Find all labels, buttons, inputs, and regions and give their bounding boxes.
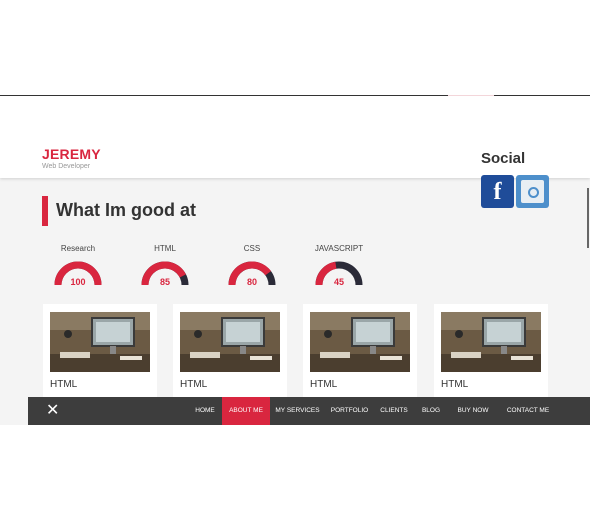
skill-gauge: JAVASCRIPT 45 <box>309 244 369 290</box>
facebook-icon[interactable]: f <box>481 175 514 208</box>
card-title[interactable]: HTML <box>180 379 207 390</box>
nav-item-about-me[interactable]: ABOUT ME <box>222 397 270 425</box>
nav-item-my-services[interactable]: MY SERVICES <box>270 397 325 425</box>
social-title: Social <box>481 150 526 167</box>
section-title: What Im good at <box>56 200 196 220</box>
close-icon[interactable]: ✕ <box>46 403 59 419</box>
skill-gauge-arc: 80 <box>227 260 277 290</box>
skill-value: 85 <box>159 277 170 287</box>
logo[interactable]: JEREMY <box>42 146 101 162</box>
card-image[interactable] <box>310 312 410 372</box>
scrollbar[interactable] <box>587 188 589 248</box>
skill-label: Research <box>60 244 96 253</box>
tagline: Web Developer <box>42 163 91 170</box>
instagram-icon[interactable] <box>516 175 549 208</box>
skill-gauge: HTML 85 <box>135 244 195 290</box>
skill-value: 80 <box>246 277 257 287</box>
skill-gauge: CSS 80 <box>222 244 282 290</box>
card-image[interactable] <box>441 312 541 372</box>
nav-item-blog[interactable]: BLOG <box>414 397 448 425</box>
skill-gauge-arc: 85 <box>140 260 190 290</box>
card-image[interactable] <box>180 312 280 372</box>
bottom-nav-bar: ✕ HOME ABOUT ME MY SERVICES PORTFOLIO CLIENT… <box>28 397 590 425</box>
skill-label: HTML <box>154 244 176 253</box>
nav-item-clients[interactable]: CLIENTS <box>374 397 414 425</box>
skill-gauge: Research 100 <box>48 244 108 290</box>
card-title[interactable]: HTML <box>310 379 337 390</box>
skill-label: JAVASCRIPT <box>314 244 364 253</box>
skill-label: CSS <box>243 244 261 253</box>
skill-value: 45 <box>333 277 344 287</box>
card-title[interactable]: HTML <box>441 379 468 390</box>
instagram-icon-lens <box>528 187 539 198</box>
section-accent-bar <box>42 196 48 226</box>
card-title[interactable]: HTML <box>50 379 77 390</box>
card-image[interactable] <box>50 312 150 372</box>
skill-value: 100 <box>70 277 86 287</box>
skill-gauge-arc: 45 <box>314 260 364 290</box>
nav-item-home[interactable]: HOME <box>188 397 222 425</box>
nav-item-buy-now[interactable]: BUY NOW <box>448 397 498 425</box>
nav-item-portfolio[interactable]: PORTFOLIO <box>325 397 374 425</box>
page-preview: JEREMY Web Developer Social f What Im go… <box>0 96 590 425</box>
nav-item-contact-me[interactable]: CONTACT ME <box>498 397 558 425</box>
skill-gauge-arc: 100 <box>53 260 103 290</box>
